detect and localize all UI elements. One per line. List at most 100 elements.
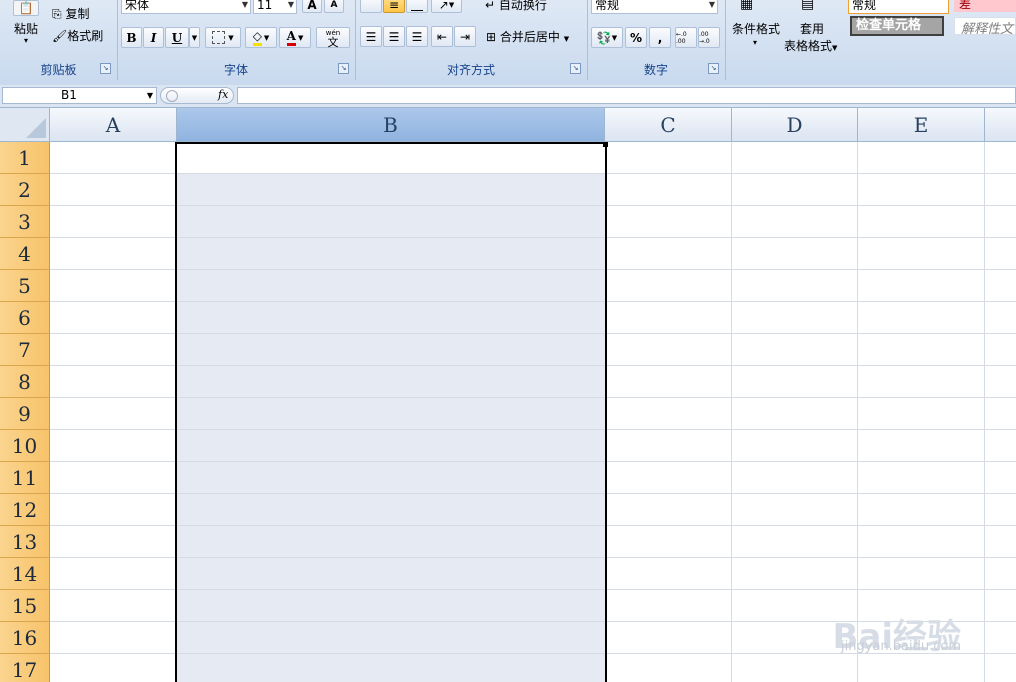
number-format-select[interactable]: 常规 ▼: [591, 0, 718, 14]
paste-button[interactable]: 粘贴: [14, 20, 38, 37]
gridline: [731, 142, 732, 682]
gridline: [857, 142, 858, 682]
row-header-14[interactable]: 14: [0, 558, 50, 590]
bold-button[interactable]: B: [121, 27, 142, 48]
chevron-down-icon: ▼: [708, 0, 715, 9]
fill-handle[interactable]: [603, 142, 608, 147]
chevron-down-icon: ▼: [563, 35, 570, 43]
style-explanatory[interactable]: 解释性文: [954, 17, 1016, 37]
percent-button[interactable]: %: [625, 27, 647, 48]
paste-dropdown-icon[interactable]: ▾: [24, 36, 28, 45]
gridline: [984, 142, 985, 682]
font-group-label: 字体: [223, 63, 248, 77]
style-normal[interactable]: 常规: [848, 0, 949, 14]
copy-button[interactable]: ⎘ 复制: [52, 5, 89, 22]
align-left-button[interactable]: ☰: [360, 26, 382, 47]
column-header-A[interactable]: A: [50, 108, 177, 142]
worksheet-grid: A B C D E 1 2 3 4 5 6 7 8 9 10 11 12 13 14 15 16 17 Bai经…: [0, 108, 1016, 682]
chevron-down-icon[interactable]: ▼: [147, 88, 153, 103]
phonetic-button[interactable]: wén 文: [316, 27, 350, 48]
alignment-launcher-icon[interactable]: ↘: [570, 63, 581, 74]
style-bad[interactable]: 差: [954, 0, 1016, 12]
row-header-4[interactable]: 4: [0, 238, 50, 270]
row-header-9[interactable]: 9: [0, 398, 50, 430]
row-header-16[interactable]: 16: [0, 622, 50, 654]
table-format-button[interactable]: 表格格式▼: [784, 37, 837, 54]
selection-border: [175, 142, 607, 682]
row-header-3[interactable]: 3: [0, 206, 50, 238]
row-header-13[interactable]: 13: [0, 526, 50, 558]
select-all-triangle-icon: [26, 118, 46, 138]
column-header-F[interactable]: [985, 108, 1016, 142]
name-box[interactable]: B1 ▼: [2, 87, 157, 104]
grow-font-button[interactable]: A: [302, 0, 322, 13]
font-name-select[interactable]: 宋体 ▼: [121, 0, 251, 14]
row-header-6[interactable]: 6: [0, 302, 50, 334]
merge-center-button[interactable]: ⊞ 合并后居中 ▼: [486, 28, 569, 45]
italic-button[interactable]: I: [143, 27, 164, 48]
number-launcher-icon[interactable]: ↘: [708, 63, 719, 74]
shrink-font-button[interactable]: A: [324, 0, 344, 13]
column-header-E[interactable]: E: [858, 108, 985, 142]
fill-bucket-icon: ◇: [252, 29, 262, 46]
paste-icon[interactable]: 📋: [13, 0, 39, 16]
row-header-5[interactable]: 5: [0, 270, 50, 302]
row-header-11[interactable]: 11: [0, 462, 50, 494]
format-painter-button[interactable]: 🖌格式刷: [52, 27, 103, 44]
comma-button[interactable]: ,: [649, 27, 671, 48]
column-header-B[interactable]: B: [177, 108, 605, 142]
decrease-indent-button[interactable]: ⇤: [431, 26, 453, 47]
wrap-text-button[interactable]: ↵ 自动换行: [485, 0, 547, 13]
align-right-button[interactable]: ☰: [406, 26, 428, 47]
increase-decimal-button[interactable]: ←.0 .00: [675, 27, 697, 48]
insert-function-icon[interactable]: fx: [218, 88, 228, 101]
align-top-button[interactable]: ⎺: [360, 0, 382, 13]
align-center-button[interactable]: ☰: [383, 26, 405, 47]
column-header-C[interactable]: C: [605, 108, 732, 142]
row-header-7[interactable]: 7: [0, 334, 50, 366]
formula-input[interactable]: [237, 87, 1016, 104]
border-icon: [212, 31, 226, 44]
row-header-12[interactable]: 12: [0, 494, 50, 526]
fill-color-button[interactable]: ◇ ▼: [245, 27, 277, 48]
font-size-select[interactable]: 11 ▼: [253, 0, 297, 14]
underline-dropdown-icon[interactable]: ▼: [189, 27, 200, 48]
underline-button[interactable]: U: [165, 27, 189, 48]
chevron-down-icon: ▼: [287, 0, 294, 9]
decrease-decimal-button[interactable]: .00 →.0: [698, 27, 720, 48]
align-bottom-button[interactable]: ⎽: [406, 0, 428, 13]
column-header-D[interactable]: D: [732, 108, 858, 142]
row-header-10[interactable]: 10: [0, 430, 50, 462]
expand-icon[interactable]: [166, 90, 178, 102]
styles-group: ▦ 条件格式 ▾ ▤ 套用 表格格式▼ 常规 差 检查单元格 解释性文: [725, 0, 1016, 80]
currency-icon: 💱: [596, 30, 612, 45]
font-color-icon: A: [286, 29, 296, 46]
increase-indent-button[interactable]: ⇥: [454, 26, 476, 47]
row-header-15[interactable]: 15: [0, 590, 50, 622]
number-group: 常规 ▼ 💱 ▼ % , ←.0 .00 .00 →.0 数字 ↘: [587, 0, 726, 80]
clipboard-group: 📋 粘贴 ▾ ⎘ 复制 🖌格式刷 剪贴板 ↘: [0, 0, 118, 80]
border-button[interactable]: ▼: [205, 27, 241, 48]
chevron-down-icon: ▼: [228, 33, 234, 42]
clipboard-launcher-icon[interactable]: ↘: [100, 63, 111, 74]
chevron-down-icon: ▼: [832, 44, 838, 52]
align-middle-button[interactable]: ≡: [383, 0, 405, 13]
chevron-down-icon: ▼: [448, 0, 455, 9]
row-header-2[interactable]: 2: [0, 174, 50, 206]
watermark-url: jingyan.baidu.com: [841, 639, 961, 654]
row-header-1[interactable]: 1: [0, 142, 50, 174]
orientation-icon: ↗: [438, 0, 449, 12]
conditional-format-button[interactable]: 条件格式: [732, 20, 780, 37]
orientation-button[interactable]: ↗ ▼: [431, 0, 462, 13]
wrap-text-icon: ↵: [485, 0, 496, 12]
currency-button[interactable]: 💱 ▼: [591, 27, 623, 48]
select-all-corner[interactable]: [0, 108, 50, 142]
brush-icon: 🖌: [52, 29, 68, 43]
row-header-17[interactable]: 17: [0, 654, 50, 682]
fx-controls: fx: [160, 87, 234, 104]
font-launcher-icon[interactable]: ↘: [338, 63, 349, 74]
font-color-button[interactable]: A ▼: [279, 27, 311, 48]
table-format-button-line1[interactable]: 套用: [800, 20, 824, 37]
row-header-8[interactable]: 8: [0, 366, 50, 398]
style-check-cell[interactable]: 检查单元格: [850, 16, 944, 36]
